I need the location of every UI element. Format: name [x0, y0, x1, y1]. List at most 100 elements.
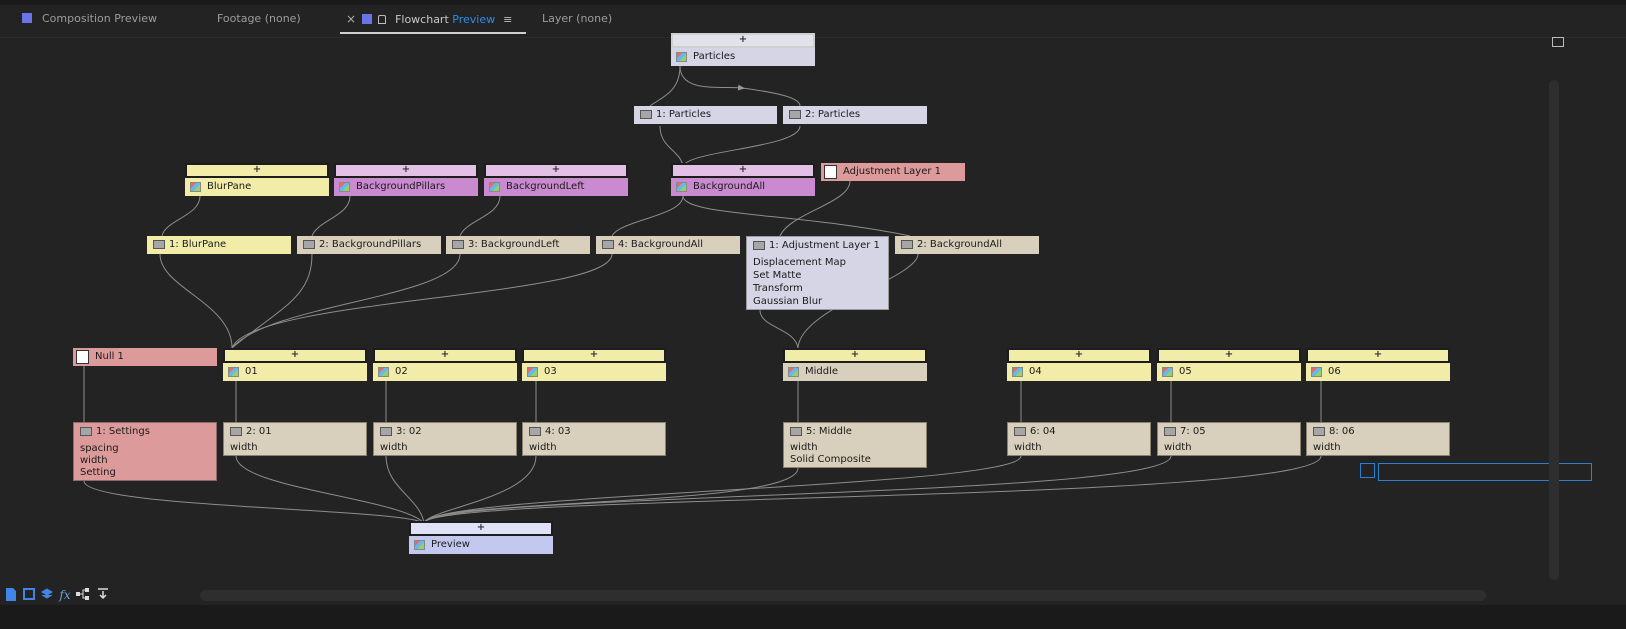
tab-accent-label: Preview	[452, 13, 496, 26]
layer-bgpillars-node[interactable]: 2: BackgroundPillars	[297, 236, 441, 254]
tab-layer[interactable]: Layer (none)	[542, 8, 612, 30]
particles-add-bar[interactable]: +	[671, 33, 815, 48]
composition-icon	[1311, 367, 1322, 377]
bgall-add-bar[interactable]: +	[671, 163, 815, 178]
collapse-icon[interactable]	[96, 588, 110, 602]
square-icon[interactable]	[22, 588, 36, 602]
comp-06-node[interactable]: 06	[1306, 363, 1450, 381]
layer-icon	[901, 240, 913, 249]
node-label: 3: 02	[396, 426, 422, 437]
layer-icon	[303, 240, 315, 249]
selection-marquee[interactable]	[1378, 463, 1592, 481]
layer-01-node[interactable]: 2: 01 width	[223, 422, 367, 456]
layer-icon	[452, 240, 464, 249]
effect-label: width	[529, 442, 557, 453]
layer-bgall-2-node[interactable]: 2: BackgroundAll	[895, 236, 1039, 254]
comp-05-node[interactable]: 05	[1157, 363, 1301, 381]
node-label: 02	[395, 366, 408, 377]
comp-02-node[interactable]: 02	[373, 363, 517, 381]
layer-bgleft-node[interactable]: 3: BackgroundLeft	[446, 236, 590, 254]
layer-05-node[interactable]: 7: 05 width	[1157, 422, 1301, 456]
bgall-comp-node[interactable]: BackgroundAll	[671, 178, 815, 196]
tab-flowchart[interactable]: × Flowchart Preview ≡	[340, 8, 527, 34]
layer-middle-node[interactable]: 5: Middle width Solid Composite	[783, 422, 927, 468]
node-label: 05	[1179, 366, 1192, 377]
blurpane-add-bar[interactable]: +	[185, 163, 329, 178]
node-label: 4: 03	[545, 426, 571, 437]
panel-footer	[0, 605, 1626, 629]
particles-comp-node[interactable]: Particles	[671, 48, 815, 66]
node-label: Preview	[431, 539, 470, 550]
effect-label: width	[1164, 442, 1192, 453]
layer-adjust-node[interactable]: 1: Adjustment Layer 1 Displacement Map S…	[746, 236, 889, 310]
flowchart-canvas[interactable]: + Particles 1: Particles 2: Particles + …	[0, 33, 1592, 613]
node-label: 1: Adjustment Layer 1	[769, 240, 880, 251]
comp-02-add-bar[interactable]: +	[373, 348, 517, 363]
null-solid-node[interactable]: Null 1	[73, 348, 217, 366]
layer-icon	[790, 427, 802, 436]
comp-05-add-bar[interactable]: +	[1157, 348, 1301, 363]
layer-02-node[interactable]: 3: 02 width	[373, 422, 517, 456]
layer-settings-node[interactable]: 1: Settings spacing width Setting	[73, 422, 217, 481]
layer-icon	[529, 427, 541, 436]
layer-icon	[602, 240, 614, 249]
selection-handle[interactable]	[1360, 463, 1375, 478]
comp-04-node[interactable]: 04	[1007, 363, 1151, 381]
layer-icon	[153, 240, 165, 249]
layer-particles-1-node[interactable]: 1: Particles	[634, 106, 777, 124]
layer-03-node[interactable]: 4: 03 width	[522, 422, 666, 456]
tab-menu-icon[interactable]: ≡	[503, 13, 512, 26]
composition-icon	[1162, 367, 1173, 377]
comp-page-icon[interactable]	[4, 588, 18, 602]
comp-06-add-bar[interactable]: +	[1306, 348, 1450, 363]
layer-blurpane-node[interactable]: 1: BlurPane	[147, 236, 291, 254]
effect-label: Gaussian Blur	[753, 296, 823, 307]
node-label: Middle	[805, 366, 839, 377]
blurpane-comp-node[interactable]: BlurPane	[185, 178, 329, 196]
layer-icon	[80, 427, 92, 436]
comp-middle-add-bar[interactable]: +	[783, 348, 927, 363]
preview-add-bar[interactable]: +	[409, 521, 553, 536]
layers-icon[interactable]	[40, 588, 54, 602]
effect-label: Transform	[753, 283, 803, 294]
tab-footage[interactable]: Footage (none)	[217, 8, 301, 30]
node-label: 1: BlurPane	[169, 239, 227, 250]
composition-icon	[378, 367, 389, 377]
fx-icon[interactable]: fx	[58, 588, 72, 602]
comp-middle-node[interactable]: Middle	[783, 363, 927, 381]
layer-icon	[380, 427, 392, 436]
effect-label: width	[230, 442, 258, 453]
solid-icon	[824, 165, 837, 179]
comp-03-add-bar[interactable]: +	[522, 348, 666, 363]
adjustment-solid-node[interactable]: Adjustment Layer 1	[821, 163, 965, 181]
composition-icon	[228, 367, 239, 377]
bgpillars-add-bar[interactable]: +	[334, 163, 478, 178]
bgleft-comp-node[interactable]: BackgroundLeft	[484, 178, 628, 196]
lock-icon[interactable]	[378, 15, 387, 24]
layer-06-node[interactable]: 8: 06 width	[1306, 422, 1450, 456]
bgpillars-comp-node[interactable]: BackgroundPillars	[334, 178, 478, 196]
node-label: BackgroundPillars	[356, 181, 446, 192]
layer-particles-2-node[interactable]: 2: Particles	[783, 106, 927, 124]
composition-icon	[414, 540, 425, 550]
comp-01-add-bar[interactable]: +	[223, 348, 367, 363]
vertical-scrollbar[interactable]	[1549, 80, 1559, 580]
layer-icon	[230, 427, 242, 436]
horizontal-scrollbar[interactable]	[200, 590, 1486, 601]
tab-close-icon[interactable]: ×	[346, 12, 356, 26]
bgleft-add-bar[interactable]: +	[484, 163, 628, 178]
effect-label: Setting	[80, 467, 116, 478]
layer-bgall-4-node[interactable]: 4: BackgroundAll	[596, 236, 740, 254]
node-label: 1: Settings	[96, 426, 150, 437]
node-label: 6: 04	[1030, 426, 1056, 437]
layer-icon	[1164, 427, 1176, 436]
layer-04-node[interactable]: 6: 04 width	[1007, 422, 1151, 456]
comp-04-add-bar[interactable]: +	[1007, 348, 1151, 363]
comp-01-node[interactable]: 01	[223, 363, 367, 381]
tab-composition-preview[interactable]: Composition Preview	[22, 8, 157, 30]
effect-label: Displacement Map	[753, 257, 847, 268]
node-label: 8: 06	[1329, 426, 1355, 437]
flowchart-icon[interactable]	[76, 588, 90, 602]
comp-03-node[interactable]: 03	[522, 363, 666, 381]
preview-comp-node[interactable]: Preview	[409, 536, 553, 554]
